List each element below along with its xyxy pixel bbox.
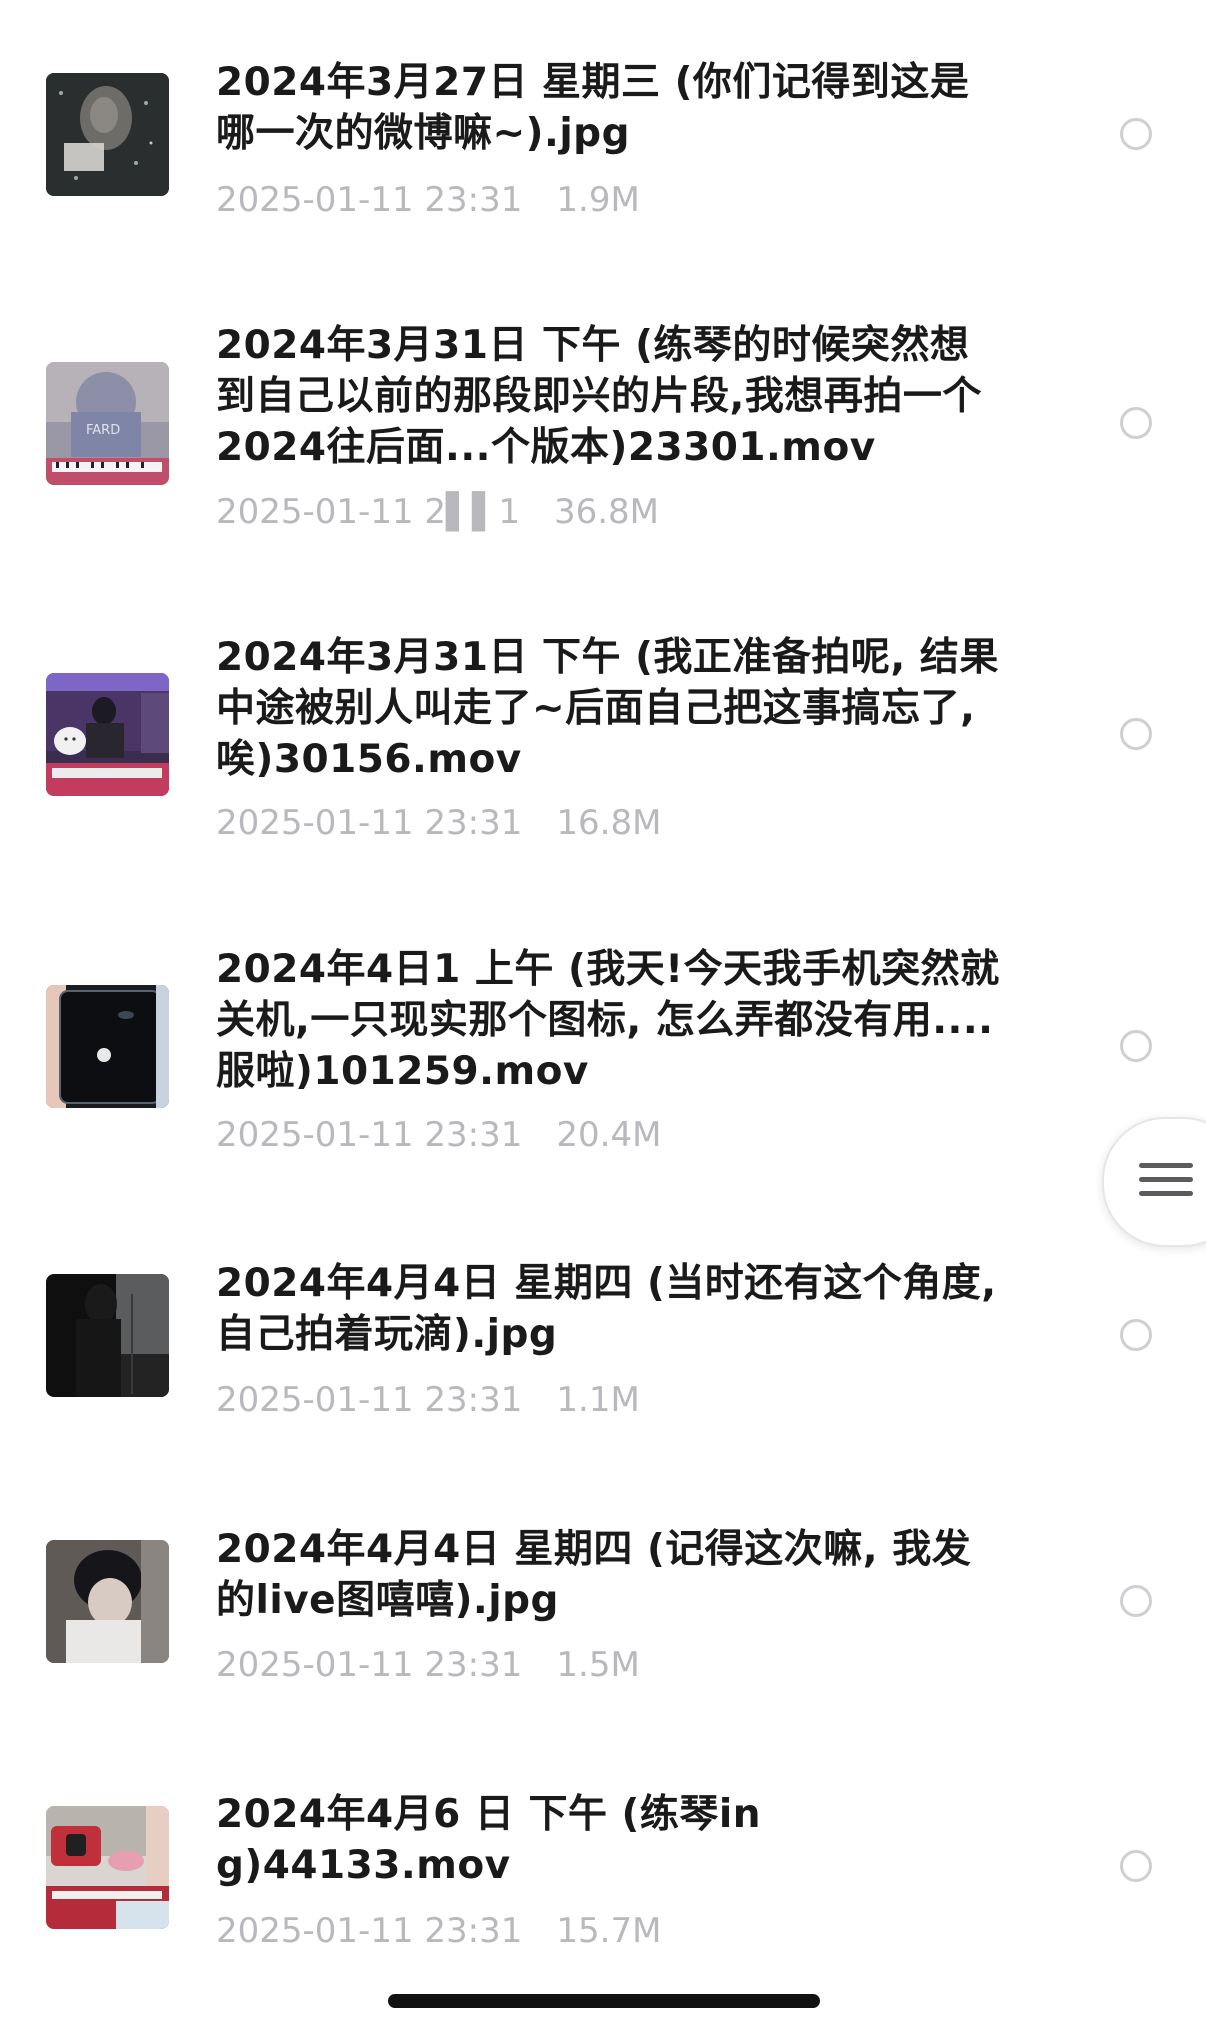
rainy-window-photo-icon	[46, 73, 169, 196]
select-radio[interactable]	[1120, 118, 1152, 150]
file-name: 2024年4日1 上午 (我天!今天我手机突然就关机,一只现实那个图标, 怎么弄…	[216, 947, 1000, 1094]
file-name: 2024年4月4日 星期四 (记得这次嘛, 我发的live图嘻嘻).jpg	[216, 1527, 972, 1623]
file-meta: 2025-01-11 23:31 16.8M	[216, 803, 661, 843]
file-meta: 2025-01-11 23:31 1.9M	[216, 180, 640, 220]
photo-thumbnail[interactable]	[46, 73, 169, 196]
file-size: 36.8M	[553, 492, 660, 532]
video-thumbnail[interactable]	[46, 673, 169, 796]
file-name: 2024年3月27日 星期三 (你们记得到这是哪一次的微博嘛~).jpg	[216, 60, 970, 156]
video-thumbnail[interactable]: FARD	[46, 362, 169, 485]
file-size: 1.1M	[556, 1380, 640, 1420]
file-date: 2025-01-11 23:31	[216, 1911, 523, 1951]
home-indicator[interactable]	[388, 1994, 820, 2008]
phone-boot-video-icon	[46, 985, 169, 1108]
file-size: 16.8M	[556, 803, 662, 843]
select-radio[interactable]	[1120, 718, 1152, 750]
photo-thumbnail[interactable]	[46, 1274, 169, 1397]
file-size: 1.5M	[556, 1645, 640, 1685]
portrait-photo-icon	[46, 1540, 169, 1663]
silhouette-photo-icon	[46, 1274, 169, 1397]
svg-text:FARD: FARD	[86, 423, 120, 438]
select-radio[interactable]	[1120, 407, 1152, 439]
video-thumbnail[interactable]	[46, 1806, 169, 1929]
file-meta: 2025-01-11 23:31 1.1M	[216, 1380, 640, 1420]
file-date: 2025-01-11 23:31	[216, 180, 523, 220]
file-date: 2025-01-11 23:31	[216, 1380, 523, 1420]
file-meta: 2025-01-11 23:31 1.5M	[216, 1645, 640, 1685]
file-name: 2024年4月4日 星期四 (当时还有这个角度, 自己拍着玩滴).jpg	[216, 1261, 997, 1357]
file-name: 2024年4月6 日 下午 (练琴ing)44133.mov	[216, 1792, 762, 1888]
file-meta: 2025-01-11 23:31 20.4M	[216, 1115, 661, 1155]
file-name: 2024年3月31日 下午 (我正准备拍呢, 结果中途被别人叫走了~后面自己把这…	[216, 635, 999, 782]
file-size: 15.7M	[556, 1911, 662, 1951]
file-date: 2025-01-11 23:31	[216, 803, 523, 843]
select-radio[interactable]	[1120, 1850, 1152, 1882]
video-thumbnail[interactable]	[46, 985, 169, 1108]
file-meta: 2025-01-11 2▌▌1 36.8M	[216, 492, 659, 532]
file-meta: 2025-01-11 23:31 15.7M	[216, 1911, 661, 1951]
select-radio[interactable]	[1120, 1319, 1152, 1351]
piano-video-icon: FARD	[46, 362, 169, 485]
file-date: 2025-01-11 23:31	[216, 1115, 523, 1155]
floating-menu-button[interactable]	[1102, 1117, 1206, 1247]
photo-thumbnail[interactable]	[46, 1540, 169, 1663]
keyboard-video-icon	[46, 1806, 169, 1929]
select-radio[interactable]	[1120, 1030, 1152, 1062]
file-name: 2024年3月31日 下午 (练琴的时候突然想到自己以前的那段即兴的片段,我想再…	[216, 323, 982, 470]
file-date: 2025-01-11 23:31	[216, 1645, 523, 1685]
file-date: 2025-01-11 2▌▌1	[216, 492, 520, 532]
select-radio[interactable]	[1120, 1585, 1152, 1617]
file-size: 1.9M	[556, 180, 640, 220]
file-size: 20.4M	[556, 1115, 662, 1155]
studio-video-icon	[46, 673, 169, 796]
